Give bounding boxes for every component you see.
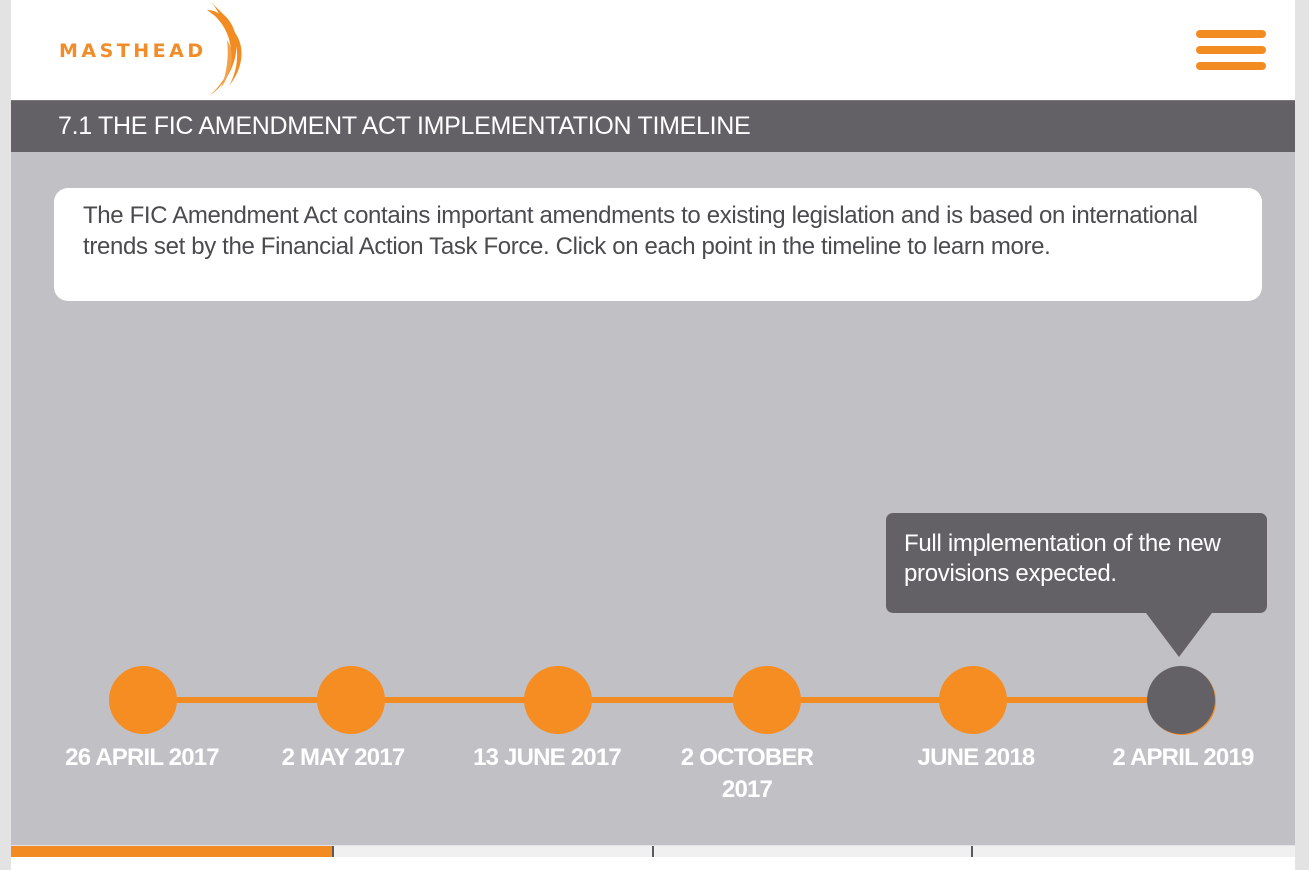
timeline-node-26-april-2017[interactable]	[109, 666, 177, 734]
timeline-node-2-may-2017[interactable]	[317, 666, 385, 734]
course-progress-bar	[11, 845, 1295, 858]
timeline-date-label[interactable]: 13 JUNE 2017	[442, 742, 652, 774]
timeline-date-label[interactable]: 2 OCTOBER 2017	[657, 742, 837, 806]
timeline-node-2-october-2017[interactable]	[733, 666, 801, 734]
left-border	[0, 0, 11, 870]
footer	[11, 857, 1295, 870]
logo-text: MASTHEAD	[59, 40, 207, 62]
intro-text: The FIC Amendment Act contains important…	[54, 188, 1262, 301]
timeline-tooltip: Full implementation of the new provision…	[886, 513, 1267, 613]
timeline-line	[143, 697, 1181, 703]
page-title: 7.1 THE FIC AMENDMENT ACT IMPLEMENTATION…	[58, 112, 751, 140]
right-scrollbar[interactable]	[1295, 0, 1309, 870]
timeline-date-label[interactable]: 2 APRIL 2019	[1078, 742, 1288, 774]
logo-swoosh-icon	[207, 2, 242, 96]
tooltip-arrow	[1146, 613, 1212, 657]
content-area: The FIC Amendment Act contains important…	[11, 152, 1295, 845]
masthead-logo: MASTHEAD	[59, 0, 259, 98]
title-bar: 7.1 THE FIC AMENDMENT ACT IMPLEMENTATION…	[11, 100, 1295, 152]
timeline-date-label[interactable]: JUNE 2018	[871, 742, 1081, 774]
timeline-date-label[interactable]: 26 APRIL 2017	[37, 742, 247, 774]
timeline-node-2-april-2019[interactable]	[1147, 666, 1215, 734]
hamburger-menu-button[interactable]	[1196, 29, 1266, 73]
timeline-node-13-june-2017[interactable]	[524, 666, 592, 734]
header: MASTHEAD	[11, 0, 1295, 100]
timeline-node-june-2018[interactable]	[939, 666, 1007, 734]
timeline-date-label[interactable]: 2 MAY 2017	[238, 742, 448, 774]
hamburger-menu-icon	[1196, 30, 1266, 38]
